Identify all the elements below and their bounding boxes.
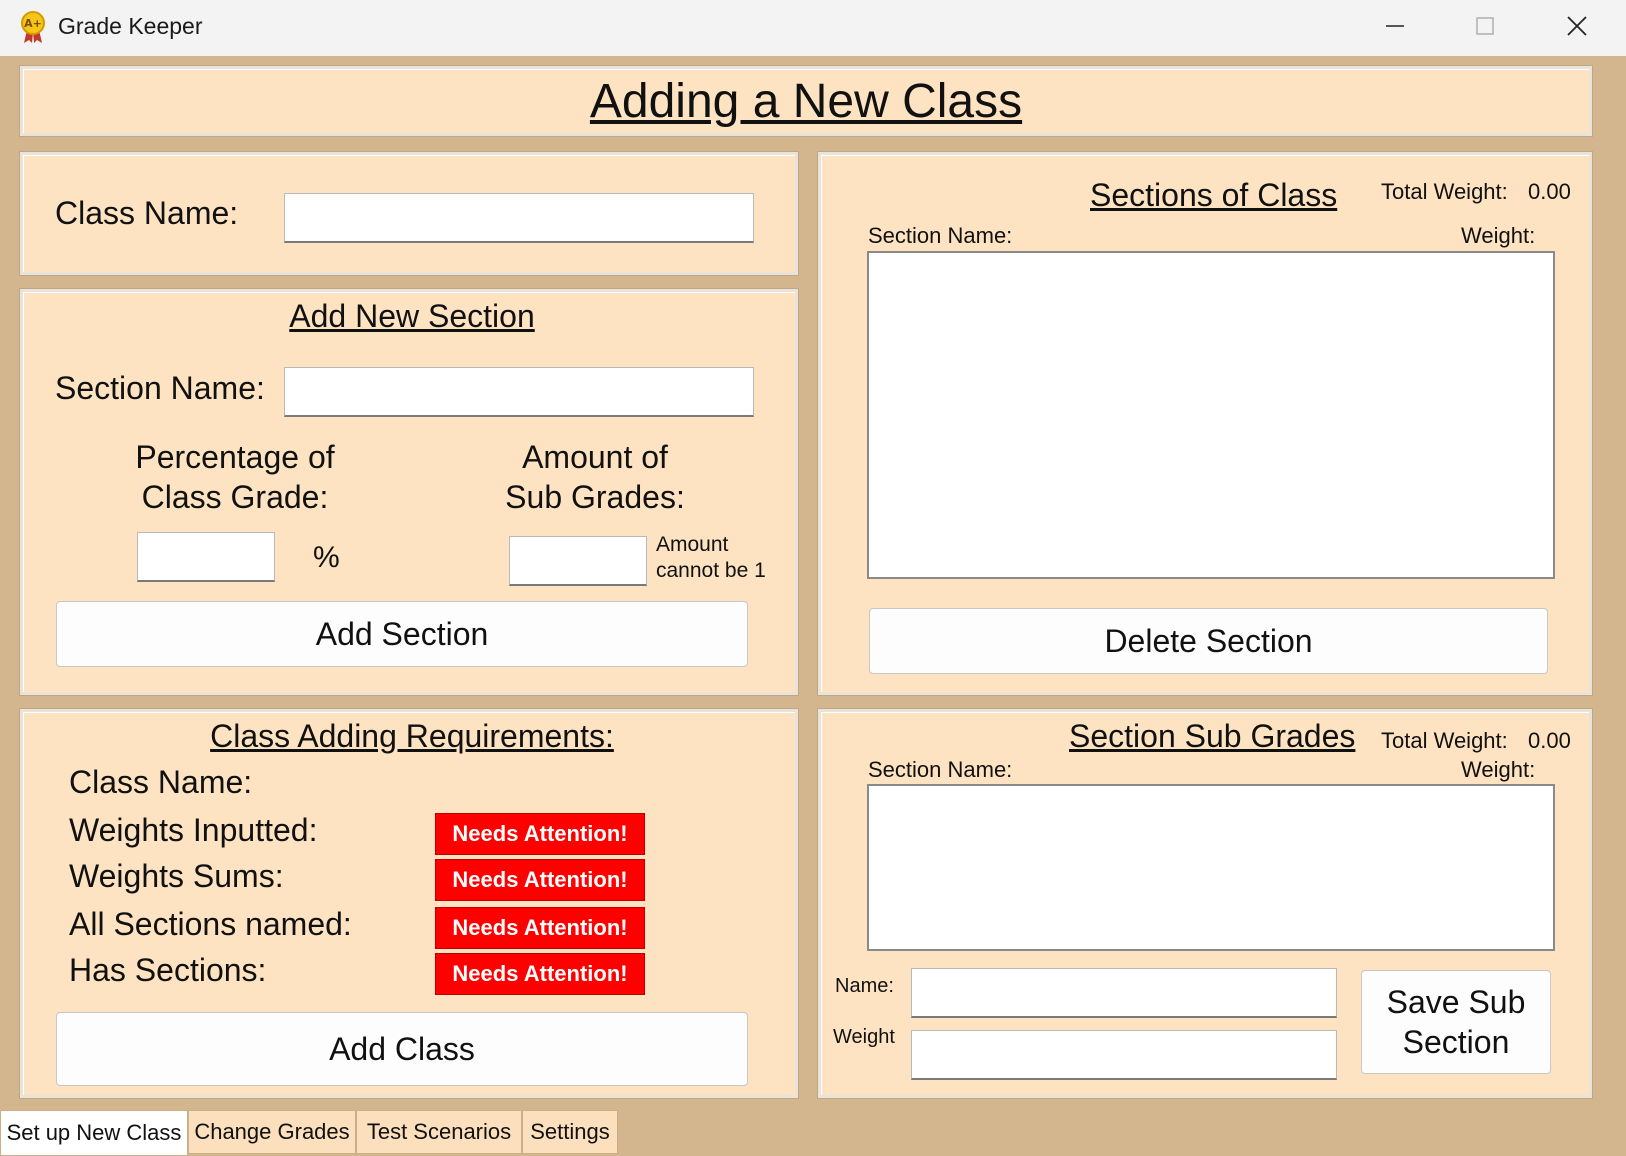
save-sub-section-button[interactable]: Save Sub Section — [1361, 970, 1551, 1074]
requirements-heading: Class Adding Requirements: — [210, 718, 614, 754]
sub-grades-list[interactable] — [867, 784, 1555, 951]
total-weight-label: Total Weight: — [1381, 179, 1508, 204]
class-name-label: Class Name: — [55, 195, 239, 231]
amount-warning: Amount cannot be 1 — [656, 532, 766, 584]
amount-sub-grades-input[interactable] — [509, 536, 647, 586]
amount-warning-line2: cannot be 1 — [656, 559, 766, 582]
tab-test-scenarios[interactable]: Test Scenarios — [356, 1110, 522, 1154]
section-sub-grades-heading: Section Sub Grades — [1069, 718, 1356, 754]
sub-total-weight-label: Total Weight: — [1381, 728, 1508, 753]
percentage-label: Percentage of Class Grade: — [95, 437, 375, 517]
requirement-weights-inputted-label: Weights Inputted: — [69, 812, 318, 848]
add-class-button[interactable]: Add Class — [56, 1012, 748, 1086]
sub-name-input[interactable] — [911, 968, 1337, 1018]
section-sub-grades-panel: Section Sub Grades Total Weight: 0.00 Se… — [818, 709, 1592, 1098]
save-sub-section-line1: Save Sub — [1386, 984, 1526, 1020]
requirement-all-sections-named-status: Needs Attention! — [435, 907, 645, 949]
sections-of-class-panel: Sections of Class Total Weight: 0.00 Sec… — [818, 152, 1592, 695]
amount-label: Amount of Sub Grades: — [475, 437, 715, 517]
class-name-input[interactable] — [284, 193, 754, 243]
award-ribbon-icon: A+ — [18, 10, 48, 44]
maximize-button[interactable] — [1444, 0, 1526, 52]
add-section-heading: Add New Section — [289, 298, 535, 334]
window-title: Grade Keeper — [58, 13, 203, 39]
requirement-weights-sums-status: Needs Attention! — [435, 859, 645, 901]
tab-strip: Set up New Class Change Grades Test Scen… — [0, 1106, 1626, 1156]
section-name-input[interactable] — [284, 367, 754, 417]
minimize-icon — [1386, 25, 1404, 27]
requirement-weights-sums-label: Weights Sums: — [69, 858, 284, 894]
sub-name-label: Name: — [835, 975, 894, 997]
sub-total-weight-value: 0.00 — [1528, 728, 1571, 753]
sub-section-name-column-header: Section Name: — [868, 757, 1013, 782]
class-name-panel: Class Name: — [20, 152, 798, 275]
delete-section-button[interactable]: Delete Section — [869, 608, 1548, 674]
close-icon — [1567, 16, 1587, 36]
percentage-label-line2: Class Grade: — [141, 479, 329, 515]
amount-label-line2: Sub Grades: — [505, 479, 685, 515]
requirement-weights-inputted-status: Needs Attention! — [435, 813, 645, 855]
requirement-class-name-label: Class Name: — [69, 764, 253, 800]
sub-weight-column-header: Weight: — [1461, 757, 1536, 782]
sub-weight-input[interactable] — [911, 1030, 1337, 1080]
save-sub-section-line2: Section — [1402, 1024, 1510, 1060]
section-name-column-header: Section Name: — [868, 223, 1013, 248]
sub-weight-label: Weight — [833, 1026, 895, 1048]
section-name-label: Section Name: — [55, 370, 265, 406]
close-button[interactable] — [1536, 0, 1618, 52]
tab-settings[interactable]: Settings — [522, 1110, 618, 1154]
page-title: Adding a New Class — [589, 74, 1023, 128]
percent-symbol: % — [313, 541, 340, 574]
amount-label-line1: Amount of — [522, 439, 668, 475]
maximize-icon — [1476, 17, 1494, 35]
svg-text:A+: A+ — [24, 17, 42, 30]
percentage-input[interactable] — [137, 532, 275, 582]
tab-change-grades[interactable]: Change Grades — [188, 1110, 356, 1154]
amount-warning-line1: Amount — [656, 533, 729, 556]
requirement-all-sections-named-label: All Sections named: — [69, 906, 352, 942]
percentage-label-line1: Percentage of — [135, 439, 335, 475]
requirement-has-sections-label: Has Sections: — [69, 952, 267, 988]
sections-list[interactable] — [867, 251, 1555, 579]
tab-set-up-new-class[interactable]: Set up New Class — [0, 1110, 188, 1156]
requirements-panel: Class Adding Requirements: Class Name: W… — [20, 709, 798, 1098]
sections-of-class-heading: Sections of Class — [1090, 177, 1338, 213]
weight-column-header: Weight: — [1461, 223, 1536, 248]
total-weight-value: 0.00 — [1528, 179, 1571, 204]
add-section-panel: Add New Section Section Name: Percentage… — [20, 289, 798, 695]
minimize-button[interactable] — [1354, 0, 1436, 52]
title-bar: A+ Grade Keeper — [0, 0, 1626, 56]
add-section-button[interactable]: Add Section — [56, 601, 748, 667]
requirement-has-sections-status: Needs Attention! — [435, 953, 645, 995]
page-header: Adding a New Class — [20, 66, 1592, 136]
